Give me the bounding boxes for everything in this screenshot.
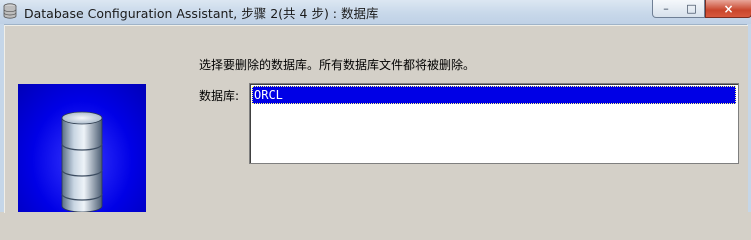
- database-list-item-orcl[interactable]: ORCL: [252, 86, 736, 104]
- maximize-icon: □: [686, 2, 697, 15]
- database-cylinder-icon: [61, 111, 103, 212]
- database-illustration: [18, 84, 146, 212]
- title-bar[interactable]: Database Configuration Assistant, 步骤 2(共…: [0, 0, 751, 25]
- instruction-text: 选择要删除的数据库。所有数据库文件都将被删除。: [199, 58, 476, 72]
- database-listbox[interactable]: ORCL: [249, 83, 739, 164]
- database-label: 数据库:: [199, 89, 240, 103]
- window-title: Database Configuration Assistant, 步骤 2(共…: [24, 6, 379, 21]
- close-button[interactable]: ×: [705, 0, 751, 18]
- maximize-button[interactable]: □: [679, 0, 705, 18]
- minimize-button[interactable]: –: [652, 0, 680, 18]
- close-icon: ×: [723, 1, 734, 16]
- minimize-icon: –: [663, 2, 669, 15]
- database-app-icon: [3, 3, 17, 19]
